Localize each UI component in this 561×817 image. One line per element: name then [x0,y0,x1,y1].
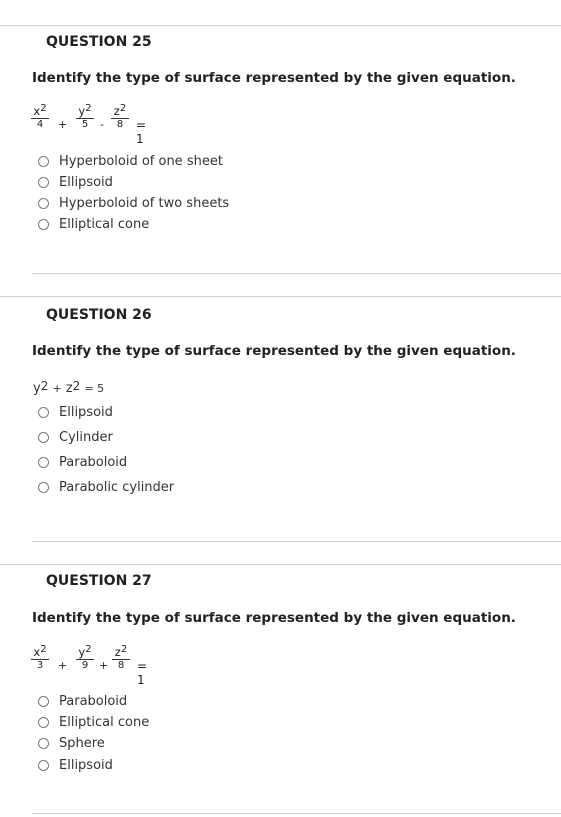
answer-option[interactable]: Hyperboloid of two sheets [38,196,229,211]
denominator: 4 [36,119,44,130]
equation-variable: z [65,381,73,396]
option-label: Parabolic cylinder [59,480,175,495]
denominator: 3 [36,660,44,671]
separator [0,25,561,26]
equation-rhs: = 1 [136,118,147,146]
numerator: y2 [78,103,92,118]
answer-option[interactable]: Ellipsoid [38,175,113,190]
radio-button[interactable] [38,738,49,749]
numerator: z2 [114,644,128,659]
separator [32,273,561,274]
answer-option[interactable]: Elliptical cone [38,715,149,730]
option-label: Elliptical cone [59,217,150,232]
option-label: Sphere [59,736,105,751]
option-label: Paraboloid [59,455,128,470]
radio-button[interactable] [38,482,49,493]
answer-option[interactable]: Ellipsoid [38,405,113,420]
fraction-term: x2 4 [31,103,49,130]
numerator: z2 [113,103,127,118]
radio-button[interactable] [38,156,49,167]
question-title: QUESTION 26 [46,307,152,323]
question-prompt: Identify the type of surface represented… [32,610,516,626]
numerator: x2 [33,644,47,659]
denominator: 5 [81,119,89,130]
answer-option[interactable]: Parabolic cylinder [38,480,174,495]
radio-button[interactable] [38,760,49,771]
option-label: Hyperboloid of two sheets [59,196,230,211]
operator: + [52,382,62,395]
fraction-term: x2 3 [31,644,49,671]
numerator: x2 [33,103,47,118]
operator: + [99,659,109,672]
separator [32,541,561,542]
option-label: Cylinder [59,430,113,445]
answer-option[interactable]: Paraboloid [38,455,127,470]
equation-variable: y [33,381,41,396]
radio-button[interactable] [38,219,49,230]
option-label: Elliptical cone [59,715,150,730]
question-title: QUESTION 25 [46,34,152,50]
option-label: Hyperboloid of one sheet [59,154,223,169]
option-label: Ellipsoid [59,175,113,190]
question-title: QUESTION 27 [46,573,152,589]
radio-button[interactable] [38,198,49,209]
question-prompt: Identify the type of surface represented… [32,343,516,359]
equation: y2 + z2 = 5 [33,379,105,396]
denominator: 8 [116,119,124,130]
radio-button[interactable] [38,432,49,443]
answer-option[interactable]: Sphere [38,736,105,751]
option-label: Paraboloid [59,694,128,709]
question-prompt: Identify the type of surface represented… [32,70,516,86]
radio-button[interactable] [38,407,49,418]
fraction-term: z2 8 [112,644,130,671]
radio-button[interactable] [38,177,49,188]
separator [0,296,561,297]
option-label: Ellipsoid [59,405,113,420]
exponent: 2 [72,379,81,393]
separator [0,564,561,565]
answer-option[interactable]: Paraboloid [38,694,127,709]
fraction-term: y2 5 [76,103,94,130]
answer-option[interactable]: Ellipsoid [38,758,113,773]
equation-rhs: = 1 [137,659,148,687]
radio-button[interactable] [38,717,49,728]
operator: - [100,118,104,131]
radio-button[interactable] [38,457,49,468]
option-label: Ellipsoid [59,758,113,773]
answer-option[interactable]: Cylinder [38,430,113,445]
fraction-term: y2 9 [76,644,94,671]
separator [32,813,561,814]
numerator: y2 [78,644,92,659]
equation-rhs: = 5 [84,382,105,395]
radio-button[interactable] [38,696,49,707]
denominator: 8 [117,660,125,671]
exponent: 2 [40,379,49,393]
denominator: 9 [81,660,89,671]
operator: + [58,659,68,672]
operator: + [58,118,68,131]
answer-option[interactable]: Elliptical cone [38,217,149,232]
fraction-term: z2 8 [111,103,129,130]
answer-option[interactable]: Hyperboloid of one sheet [38,154,223,169]
